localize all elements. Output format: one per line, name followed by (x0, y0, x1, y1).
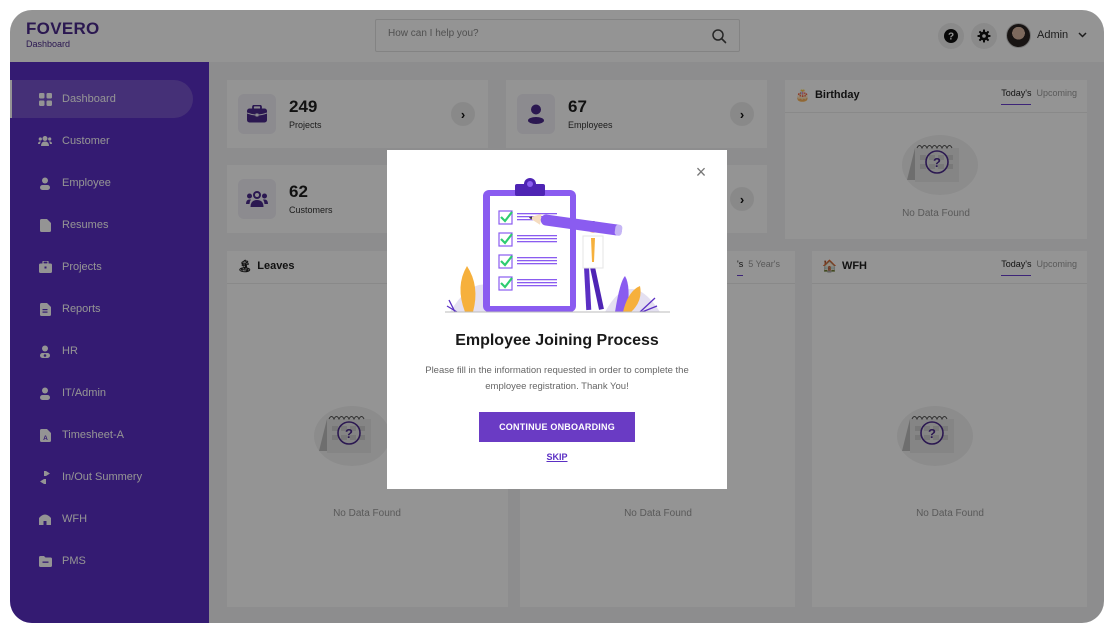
close-icon[interactable]: × (693, 163, 709, 181)
onboarding-illustration (445, 178, 670, 313)
skip-link[interactable]: SKIP (387, 452, 727, 462)
modal-description: Please fill in the information requested… (425, 365, 689, 392)
app-window: FOVERO Dashboard ? Admin Dashboard Custo… (10, 10, 1104, 623)
onboarding-modal: × Employee Joining Process Please fill i… (387, 150, 727, 489)
modal-title: Employee Joining Process (455, 332, 659, 349)
continue-onboarding-button[interactable]: CONTINUE ONBOARDING (479, 412, 635, 442)
